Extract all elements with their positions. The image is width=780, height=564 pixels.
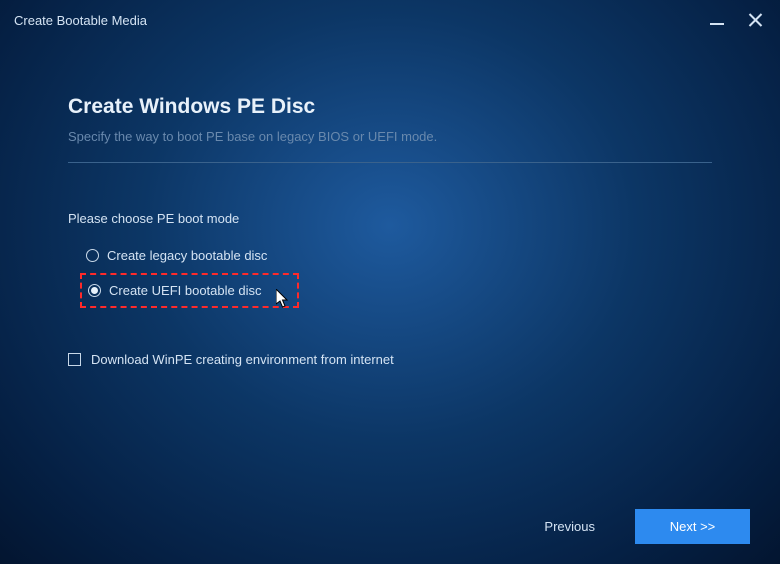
radio-icon [88,284,101,297]
previous-button[interactable]: Previous [534,511,605,542]
window-title: Create Bootable Media [14,13,147,28]
download-winpe-checkbox[interactable]: Download WinPE creating environment from… [68,352,712,367]
radio-legacy-bootable[interactable]: Create legacy bootable disc [86,248,712,263]
radio-uefi-bootable[interactable]: Create UEFI bootable disc [88,283,261,298]
minimize-icon[interactable] [710,13,724,27]
window-controls [710,13,762,27]
footer-buttons: Previous Next >> [534,509,750,544]
checkbox-icon [68,353,81,366]
boot-mode-label: Please choose PE boot mode [68,211,712,226]
close-icon[interactable] [748,13,762,27]
next-button[interactable]: Next >> [635,509,750,544]
main-content: Create Windows PE Disc Specify the way t… [0,40,780,367]
header-divider [68,162,712,163]
page-subtitle: Specify the way to boot PE base on legac… [68,129,712,144]
checkbox-label: Download WinPE creating environment from… [91,352,394,367]
radio-label: Create legacy bootable disc [107,248,267,263]
cursor-icon [276,289,291,309]
highlight-selection: Create UEFI bootable disc [80,273,299,308]
page-title: Create Windows PE Disc [68,95,712,119]
radio-label: Create UEFI bootable disc [109,283,261,298]
boot-mode-radio-group: Create legacy bootable disc Create UEFI … [68,248,712,308]
radio-icon [86,249,99,262]
title-bar: Create Bootable Media [0,0,780,40]
